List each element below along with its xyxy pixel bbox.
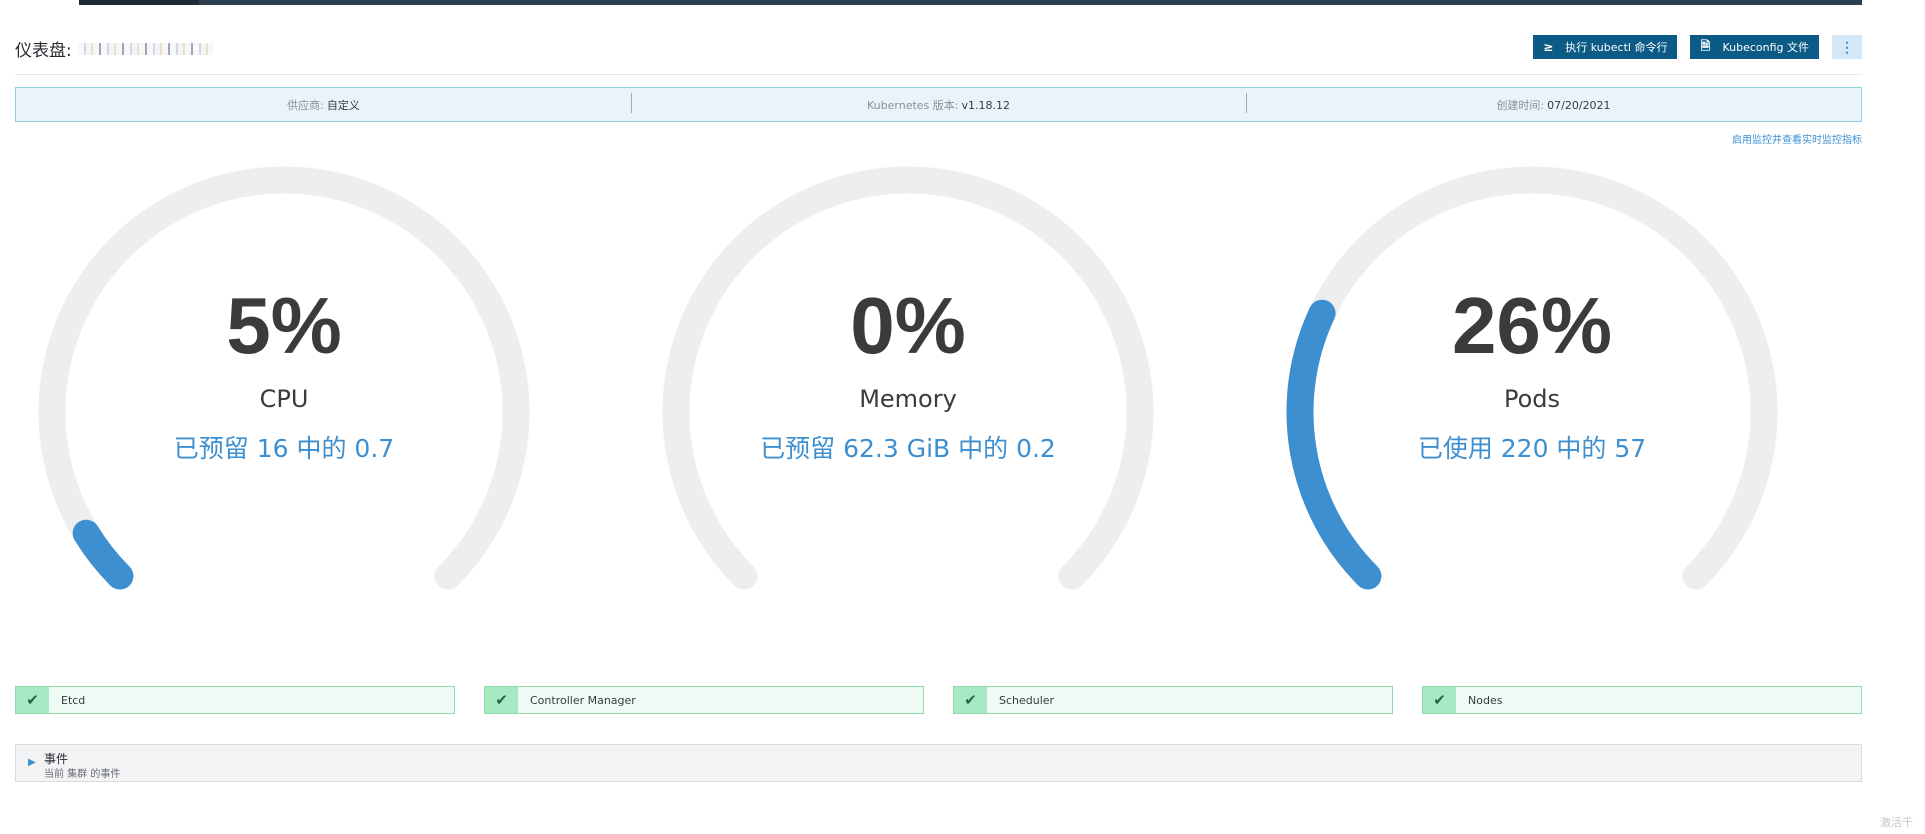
pods-label: Pods [1503,385,1561,413]
page-title: 仪表盘: [15,36,213,61]
top-bar-accent [79,0,199,5]
cpu-label: CPU [259,385,309,413]
provider-label: 供应商: [287,98,324,112]
provider-value: 自定义 [326,98,360,112]
top-progress-bar [79,0,1862,5]
cpu-gauge-track [38,166,530,590]
component-status-row: ✔ Etcd ✔ Controller Manager ✔ Scheduler … [15,686,1862,714]
version-value: v1.18.12 [961,98,1010,112]
created-label: 创建时间: [1496,98,1545,112]
memory-gauge: 0% Memory 已预留 62.3 GiB 中的 0.2 [648,155,1168,625]
kubectl-shell-label: 执行 kubectl 命令行 [1565,41,1668,54]
header-actions: ≥ 执行 kubectl 命令行 🗎 Kubeconfig 文件 ⋮ [1533,35,1862,59]
cpu-percent: 5% [226,281,342,370]
kubectl-shell-button[interactable]: ≥ 执行 kubectl 命令行 [1533,35,1678,59]
status-label-nodes: Nodes [1468,693,1503,707]
file-icon: 🗎 [1700,38,1711,53]
pods-percent: 26% [1451,281,1613,370]
terminal-icon: ≥ [1543,40,1554,54]
kubeconfig-label: Kubeconfig 文件 [1722,41,1809,54]
version-info: Kubernetes 版本: v1.18.12 [631,92,1246,113]
pods-gauge-track [1286,166,1778,590]
provider-info: 供应商: 自定义 [16,97,631,113]
watermark-text: 激活千 [1880,816,1913,829]
status-card-etcd: ✔ Etcd [15,686,455,714]
status-label-etcd: Etcd [61,693,86,707]
kubeconfig-button[interactable]: 🗎 Kubeconfig 文件 [1690,35,1819,59]
cpu-gauge: 5% CPU 已预留 16 中的 0.7 [24,155,544,625]
status-label-controller-manager: Controller Manager [530,693,636,707]
events-subtitle: 当前 集群 的事件 [44,769,121,780]
created-value: 07/20/2021 [1547,98,1611,112]
cpu-gauge-fill [72,519,134,590]
memory-percent: 0% [850,281,966,370]
redacted-cluster-name [77,42,213,55]
check-icon: ✔ [485,687,518,713]
status-card-controller-manager: ✔ Controller Manager [484,686,924,714]
status-card-scheduler: ✔ Scheduler [953,686,1393,714]
created-info: 创建时间: 07/20/2021 [1246,92,1861,113]
memory-detail: 已预留 62.3 GiB 中的 0.2 [760,434,1056,463]
version-label: Kubernetes 版本: [867,98,959,112]
pods-gauge: 26% Pods 已使用 220 中的 57 [1272,155,1792,625]
check-icon: ✔ [16,687,49,713]
memory-label: Memory [859,385,957,413]
expand-triangle-icon[interactable]: ▶ [28,757,36,768]
cluster-info-bar: 供应商: 自定义 Kubernetes 版本: v1.18.12 创建时间: 07/2… [15,87,1862,122]
cpu-detail: 已预留 16 中的 0.7 [173,434,395,463]
status-label-scheduler: Scheduler [999,693,1055,707]
more-actions-button[interactable]: ⋮ [1832,35,1862,59]
events-panel[interactable]: ▶ 事件 当前 集群 的事件 [15,744,1862,782]
memory-gauge-track [662,166,1154,590]
check-icon: ✔ [1423,687,1456,713]
page-header: 仪表盘: ≥ 执行 kubectl 命令行 🗎 Kubeconfig 文件 ⋮ [15,30,1862,75]
status-card-nodes: ✔ Nodes [1422,686,1862,714]
enable-monitoring-link[interactable]: 启用监控并查看实时监控指标 [1732,131,1862,146]
pods-detail: 已使用 220 中的 57 [1417,434,1647,463]
page-title-text: 仪表盘: [15,41,72,61]
check-icon: ✔ [954,687,987,713]
